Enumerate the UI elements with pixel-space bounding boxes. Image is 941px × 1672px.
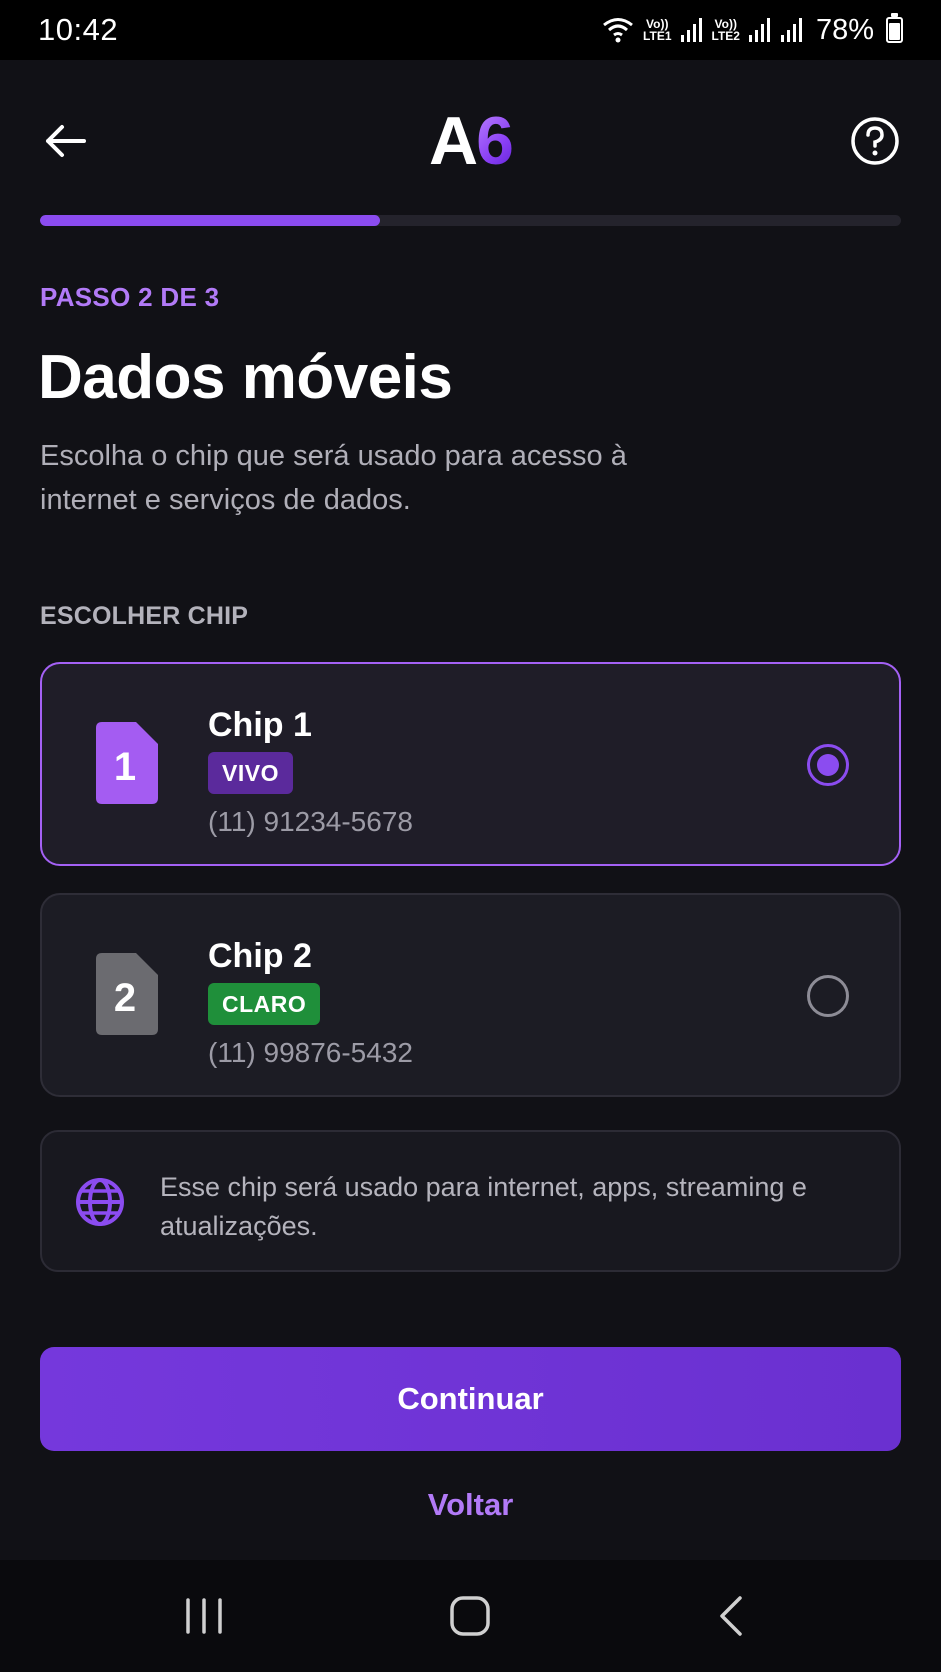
help-button[interactable] — [849, 115, 901, 167]
sim2-network-label: Vo)) LTE2 — [711, 17, 740, 43]
logo-letter: A — [429, 103, 478, 179]
home-button[interactable] — [440, 1590, 500, 1642]
wifi-icon — [603, 18, 633, 43]
step-label: PASSO 2 DE 3 — [40, 282, 220, 312]
page-subtitle: Escolha o chip que será usado para acess… — [40, 440, 627, 516]
chip-name: Chip 1 — [208, 706, 312, 744]
header: A6 — [0, 60, 941, 220]
back-button[interactable] — [40, 115, 92, 167]
globe-icon — [76, 1178, 124, 1226]
status-icons: Vo)) LTE1 Vo)) LTE2 78% — [601, 13, 903, 47]
nav-back-icon — [720, 1596, 742, 1636]
chip-radio[interactable] — [807, 975, 849, 1017]
chip-name: Chip 2 — [208, 937, 312, 975]
info-text: Esse chip será usado para internet, apps… — [160, 1172, 807, 1241]
battery-level — [889, 22, 900, 40]
phone-number: (11) 91234-5678 — [208, 806, 413, 837]
logo-digit: 6 — [476, 103, 514, 179]
app-logo: A6 — [429, 102, 514, 180]
carrier-badge: VIVO — [208, 752, 293, 794]
battery-percent: 78% — [815, 13, 874, 46]
home-icon — [450, 1596, 490, 1636]
signal-icon — [780, 18, 802, 42]
chip-radio[interactable] — [807, 744, 849, 786]
carrier-badge: CLARO — [208, 983, 321, 1025]
recent-apps-icon — [186, 1598, 222, 1634]
page-title: Dados móveis — [38, 343, 453, 412]
info-box: Esse chip será usado para internet, apps… — [40, 1130, 901, 1272]
step-progress-bar — [40, 215, 901, 226]
arrow-left-icon — [46, 125, 86, 157]
screen: 10:42 Vo)) LTE1 Vo)) LTE2 78% A 6 PASSO … — [0, 0, 941, 1672]
back-link[interactable]: Voltar — [0, 1487, 941, 1523]
nav-back-button[interactable] — [702, 1590, 762, 1642]
section-label: ESCOLHER CHIP — [40, 602, 249, 630]
signal-icon — [748, 18, 770, 42]
signal-icon — [680, 18, 702, 42]
sim1-network-label: Vo)) LTE1 — [643, 17, 672, 43]
status-time: 10:42 — [38, 12, 119, 47]
sim-card-icon: 2 — [96, 953, 158, 1035]
chip-option-2[interactable]: 2 Chip 2 CLARO (11) 99876-5432 — [40, 893, 901, 1097]
battery-icon — [886, 13, 903, 43]
step-progress-fill — [40, 215, 381, 226]
svg-text:1: 1 — [114, 745, 136, 789]
system-nav-bar — [0, 1560, 941, 1672]
help-circle-icon — [851, 117, 899, 165]
status-bar: 10:42 Vo)) LTE1 Vo)) LTE2 78% — [0, 0, 941, 60]
phone-number: (11) 99876-5432 — [208, 1037, 413, 1068]
chip-option-1[interactable]: 1 Chip 1 VIVO (11) 91234-5678 — [40, 662, 901, 866]
sim-card-icon: 1 — [96, 722, 158, 804]
svg-text:2: 2 — [114, 976, 136, 1020]
recent-apps-button[interactable] — [174, 1590, 234, 1642]
radio-selected-dot — [817, 754, 839, 776]
continue-button[interactable]: Continuar — [40, 1347, 901, 1451]
